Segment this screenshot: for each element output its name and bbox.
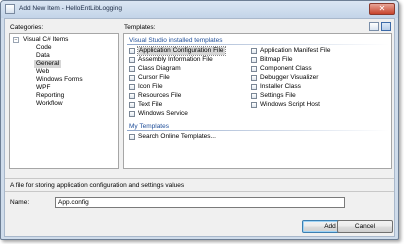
title-bar[interactable]: Add New Item - HelloEntLibLogging ✕ — [1, 1, 398, 18]
name-input[interactable]: App.config — [55, 197, 345, 208]
close-button[interactable]: ✕ — [369, 3, 395, 15]
description-divider-top — [5, 178, 394, 179]
dialog-icon — [5, 4, 15, 14]
categories-tree[interactable]: − Visual C# Items Code Data General Web … — [9, 33, 119, 169]
categories-label: Categories: — [10, 24, 44, 31]
description-divider-bottom — [5, 191, 394, 192]
tree-item-web[interactable]: Web — [34, 68, 51, 76]
tree-item-workflow[interactable]: Workflow — [34, 100, 65, 108]
my-templates-header: My Templates — [127, 122, 389, 131]
bitmap-file-icon — [251, 57, 257, 63]
script-host-icon — [251, 102, 257, 108]
cursor-file-icon — [129, 75, 135, 81]
assembly-info-icon — [129, 57, 135, 63]
tree-item-reporting[interactable]: Reporting — [34, 92, 66, 100]
templates-list[interactable]: Visual Studio installed templates Applic… — [123, 33, 392, 169]
installed-templates-header: Visual Studio installed templates — [127, 36, 389, 45]
class-diagram-icon — [129, 66, 135, 72]
manifest-file-icon — [251, 48, 257, 54]
collapse-toggle-icon[interactable]: − — [13, 37, 19, 43]
debugger-visualizer-icon — [251, 75, 257, 81]
template-description: A file for storing application configura… — [10, 182, 185, 189]
name-label: Name: — [10, 199, 30, 206]
config-file-icon — [129, 48, 135, 54]
tree-item-windows-forms[interactable]: Windows Forms — [34, 76, 85, 84]
tree-item-data[interactable]: Data — [34, 52, 52, 60]
add-new-item-dialog: Add New Item - HelloEntLibLogging ✕ Cate… — [0, 0, 399, 240]
component-class-icon — [251, 66, 257, 72]
dialog-body: Categories: Templates: − Visual C# Items… — [4, 18, 395, 237]
tree-item-code[interactable]: Code — [34, 44, 54, 52]
cancel-button[interactable]: Cancel — [337, 220, 393, 233]
tree-item-visual-csharp-items[interactable]: Visual C# Items — [21, 36, 70, 44]
small-icons-view-button[interactable] — [381, 22, 391, 31]
windows-service-icon — [129, 111, 135, 117]
tree-item-wpf[interactable]: WPF — [34, 84, 52, 92]
installer-class-icon — [251, 84, 257, 90]
resources-file-icon — [129, 93, 135, 99]
icon-file-icon — [129, 84, 135, 90]
settings-file-icon — [251, 93, 257, 99]
tree-item-general[interactable]: General — [34, 60, 62, 68]
large-icons-view-button[interactable] — [369, 22, 379, 31]
search-online-icon — [129, 134, 135, 140]
templates-label: Templates: — [124, 24, 156, 31]
window-title: Add New Item - HelloEntLibLogging — [19, 5, 122, 12]
text-file-icon — [129, 102, 135, 108]
